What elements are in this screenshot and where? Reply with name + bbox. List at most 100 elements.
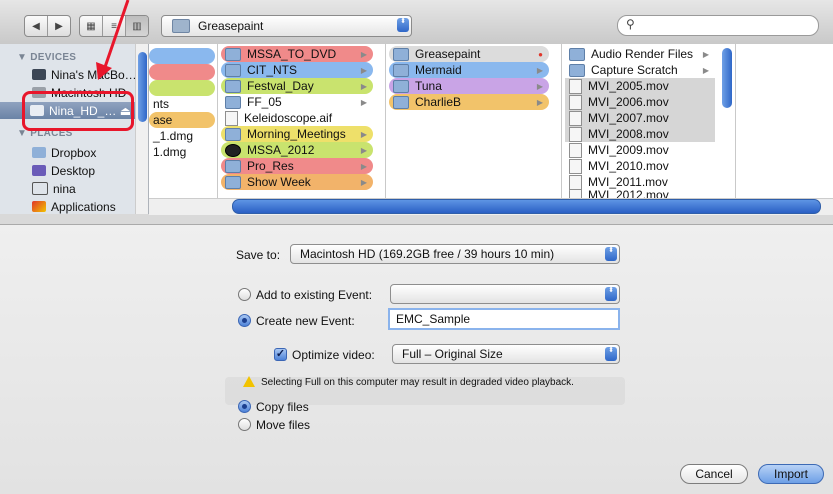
sidebar-item-label: Applications	[51, 199, 116, 214]
import-button[interactable]: Import	[758, 464, 824, 484]
list-item[interactable]: CharlieB ▶	[389, 94, 549, 110]
movie-file-icon	[569, 142, 582, 158]
copy-files-label: Copy files	[256, 400, 309, 414]
sidebar-item-label: nina	[53, 181, 76, 196]
sidebar-item-label: Desktop	[51, 163, 96, 178]
list-item[interactable]: FF_05 ▶	[221, 94, 373, 110]
nav-buttons: ◀ ▶	[24, 15, 71, 37]
folder-icon	[225, 127, 241, 141]
forward-button[interactable]: ▶	[48, 16, 70, 36]
popup-arrows-icon: ⬍	[605, 247, 617, 261]
list-item[interactable]: _1.dmg	[149, 128, 215, 144]
popup-arrows-icon: ⬍	[605, 347, 617, 361]
save-to-label: Save to:	[236, 248, 281, 262]
list-view-button[interactable]: ≡	[103, 16, 126, 36]
list-item[interactable]: Capture Scratch ▶	[565, 62, 715, 78]
movie-file-icon	[569, 174, 582, 190]
sidebar-item-dropbox[interactable]: Dropbox	[32, 144, 96, 161]
list-item[interactable]: Show Week ▶	[221, 174, 373, 190]
icon-view-button[interactable]: ▦	[80, 16, 103, 36]
list-item[interactable]	[149, 80, 215, 96]
list-item[interactable]: MVI_2005.mov	[565, 78, 715, 94]
list-item[interactable]: Tuna ▶	[389, 78, 549, 94]
list-item[interactable]: Greasepaint ●	[389, 46, 549, 62]
list-item[interactable]: 1.dmg	[149, 144, 215, 160]
copy-files-radio[interactable]	[238, 400, 251, 413]
path-folder-label: Greasepaint	[198, 19, 264, 33]
move-files-radio[interactable]	[238, 418, 251, 431]
warning-text: Selecting Full on this computer may resu…	[261, 377, 574, 388]
list-item[interactable]: CIT_NTS ▶	[221, 62, 373, 78]
list-item[interactable]: Audio Render Files ▶	[565, 46, 715, 62]
folder-icon	[393, 95, 409, 109]
list-item[interactable]: MVI_2011.mov	[565, 174, 715, 190]
folder-icon	[225, 63, 241, 77]
create-new-event-radio[interactable]	[238, 314, 251, 327]
list-item[interactable]: MVI_2006.mov	[565, 94, 715, 110]
sidebar-item-label: Nina's MacBo…	[51, 67, 137, 82]
list-item[interactable]: MVI_2010.mov	[565, 158, 715, 174]
folder-icon	[569, 47, 585, 61]
create-new-event-label: Create new Event:	[256, 314, 355, 328]
existing-event-popup[interactable]: ⬍	[390, 284, 620, 304]
optimize-video-checkbox[interactable]: ✓	[274, 348, 287, 361]
list-item[interactable]: MVI_2008.mov	[565, 126, 715, 142]
laptop-icon	[32, 69, 46, 80]
column-browser: nts ase _1.dmg 1.dmg MSSA_TO_DVD ▶ CIT_NT…	[149, 44, 833, 214]
move-files-label: Move files	[256, 418, 311, 432]
movie-file-icon	[569, 110, 582, 126]
list-item[interactable]: Festval_Day ▶	[221, 78, 373, 94]
column-view-button[interactable]: ▥	[126, 16, 148, 36]
search-input[interactable]: ⚲	[617, 15, 819, 36]
popup-arrows-icon: ⬍	[397, 18, 409, 32]
save-to-popup[interactable]: Macintosh HD (169.2GB free / 39 hours 10…	[290, 244, 620, 264]
audio-file-icon	[225, 110, 238, 126]
sidebar-scroll-thumb[interactable]	[138, 52, 147, 122]
sidebar-item-desktop[interactable]: Desktop	[32, 162, 95, 179]
add-existing-event-label: Add to existing Event:	[256, 288, 373, 302]
movie-file-icon	[569, 78, 582, 94]
movie-file-icon	[569, 94, 582, 110]
sidebar-item-nina[interactable]: nina	[32, 180, 76, 197]
folder-icon	[225, 79, 241, 93]
list-item[interactable]: MVI_2007.mov	[565, 110, 715, 126]
folder-icon	[225, 95, 241, 109]
list-item[interactable]: Keleidoscope.aif	[221, 110, 373, 126]
applications-icon	[32, 201, 46, 212]
dropbox-folder-icon	[32, 147, 46, 158]
desktop-icon	[32, 165, 46, 176]
list-item[interactable]: Pro_Res ▶	[221, 158, 373, 174]
list-item[interactable]: nts	[149, 96, 215, 112]
horizontal-scroll-thumb[interactable]	[232, 199, 821, 214]
movie-file-icon	[569, 158, 582, 174]
path-popup[interactable]: Greasepaint ⬍	[161, 15, 412, 37]
folder-icon	[225, 159, 241, 173]
movie-file-icon	[569, 126, 582, 142]
popup-arrows-icon: ⬍	[605, 287, 617, 301]
add-existing-event-radio[interactable]	[238, 288, 251, 301]
list-item[interactable]: MVI_2009.mov	[565, 142, 715, 158]
list-item[interactable]	[149, 48, 215, 64]
list-item[interactable]: ase	[149, 112, 215, 128]
list-item[interactable]: Mermaid ▶	[389, 62, 549, 78]
folder-icon	[172, 19, 190, 33]
folder-icon	[569, 63, 585, 77]
optimize-video-popup[interactable]: Full – Original Size ⬍	[392, 344, 620, 364]
list-item[interactable]: MSSA_TO_DVD ▶	[221, 46, 373, 62]
event-name-input[interactable]: EMC_Sample	[388, 308, 620, 330]
sidebar-scrollbar[interactable]	[135, 44, 148, 214]
column-3-scroll-thumb[interactable]	[722, 48, 732, 108]
disc-icon	[225, 143, 241, 157]
back-button[interactable]: ◀	[25, 16, 48, 36]
list-item[interactable]: Morning_Meetings ▶	[221, 126, 373, 142]
list-item[interactable]: MSSA_2012 ▶	[221, 142, 373, 158]
column-0: nts ase _1.dmg 1.dmg	[149, 44, 218, 204]
column-1: MSSA_TO_DVD ▶ CIT_NTS ▶ Festval_Day ▶ FF_05…	[217, 44, 386, 204]
sidebar-item-macbook[interactable]: Nina's MacBo…	[32, 66, 137, 83]
list-item[interactable]	[149, 64, 215, 80]
optimize-video-label: Optimize video:	[292, 348, 375, 362]
toolbar: ◀ ▶ ▦ ≡ ▥ Greasepaint ⬍ ⚲	[0, 0, 833, 45]
cancel-button[interactable]: Cancel	[680, 464, 748, 484]
sidebar-item-applications[interactable]: Applications	[32, 198, 116, 214]
view-buttons: ▦ ≡ ▥	[79, 15, 149, 37]
